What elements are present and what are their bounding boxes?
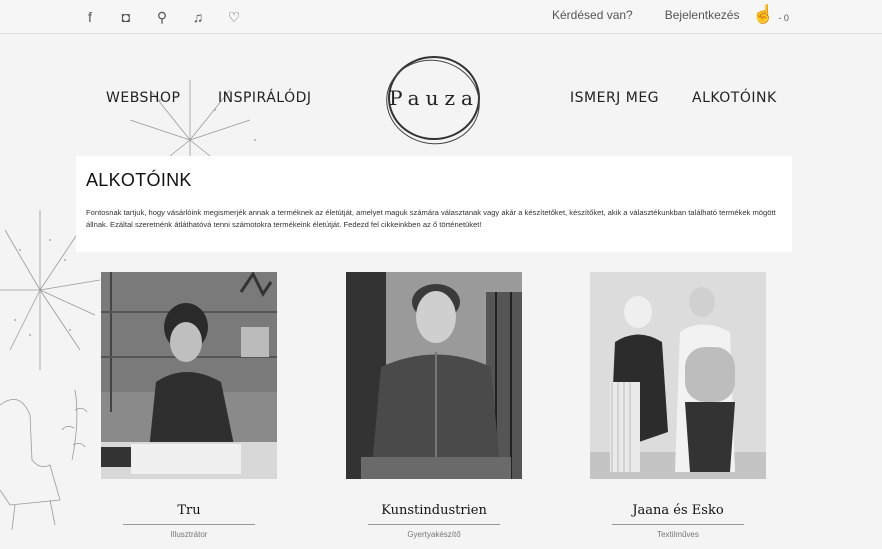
top-bar: f ◘ ⚲ ♫ ♡ Kérdésed van? Bejelentkezés ☝ … xyxy=(0,0,882,34)
creator-role: Textilműves xyxy=(657,530,699,539)
creator-name[interactable]: Jaana és Esko xyxy=(590,503,766,518)
creator-photo[interactable] xyxy=(346,272,522,479)
login-link[interactable]: Bejelentkezés xyxy=(665,8,740,22)
facebook-icon[interactable]: f xyxy=(80,7,100,27)
cart-button[interactable]: ☝ - 0 xyxy=(752,4,789,25)
divider xyxy=(612,524,744,525)
creator-card[interactable]: Jaana és Esko Textilműves xyxy=(590,272,766,539)
cart-count: - 0 xyxy=(778,13,789,23)
instagram-icon[interactable]: ◘ xyxy=(116,7,136,27)
intro-section: ALKOTÓINK Fontosnak tartjuk, hogy vásárl… xyxy=(76,156,792,252)
creator-card[interactable]: Kunstindustrien Gyertyakészítő xyxy=(346,272,522,539)
heart-icon[interactable]: ♡ xyxy=(224,7,244,27)
shopping-bag-icon: ☝ xyxy=(752,4,775,24)
creator-photo[interactable] xyxy=(590,272,766,479)
divider xyxy=(123,524,255,525)
music-icon[interactable]: ♫ xyxy=(188,7,208,27)
nav-about[interactable]: ISMERJ MEG xyxy=(570,90,659,106)
social-links: f ◘ ⚲ ♫ ♡ xyxy=(80,7,244,27)
creator-name[interactable]: Tru xyxy=(101,503,277,518)
creator-photo[interactable] xyxy=(101,272,277,479)
nav-creators[interactable]: ALKOTÓINK xyxy=(692,90,777,106)
creator-name[interactable]: Kunstindustrien xyxy=(346,503,522,518)
creator-role: Illusztrátor xyxy=(170,530,208,539)
divider xyxy=(368,524,500,525)
creator-role: Gyertyakészítő xyxy=(407,530,461,539)
page-title: ALKOTÓINK xyxy=(86,170,192,190)
intro-text: Fontosnak tartjuk, hogy vásárlóink megis… xyxy=(86,208,776,229)
nav-inspiration[interactable]: INSPIRÁLÓDJ xyxy=(218,90,312,106)
pinterest-icon[interactable]: ⚲ xyxy=(152,7,172,27)
creator-card[interactable]: Tru Illusztrátor xyxy=(101,272,277,539)
pauza-logo[interactable]: Pauza xyxy=(388,56,480,140)
question-link[interactable]: Kérdésed van? xyxy=(552,8,633,22)
nav-webshop[interactable]: WEBSHOP xyxy=(106,90,180,106)
